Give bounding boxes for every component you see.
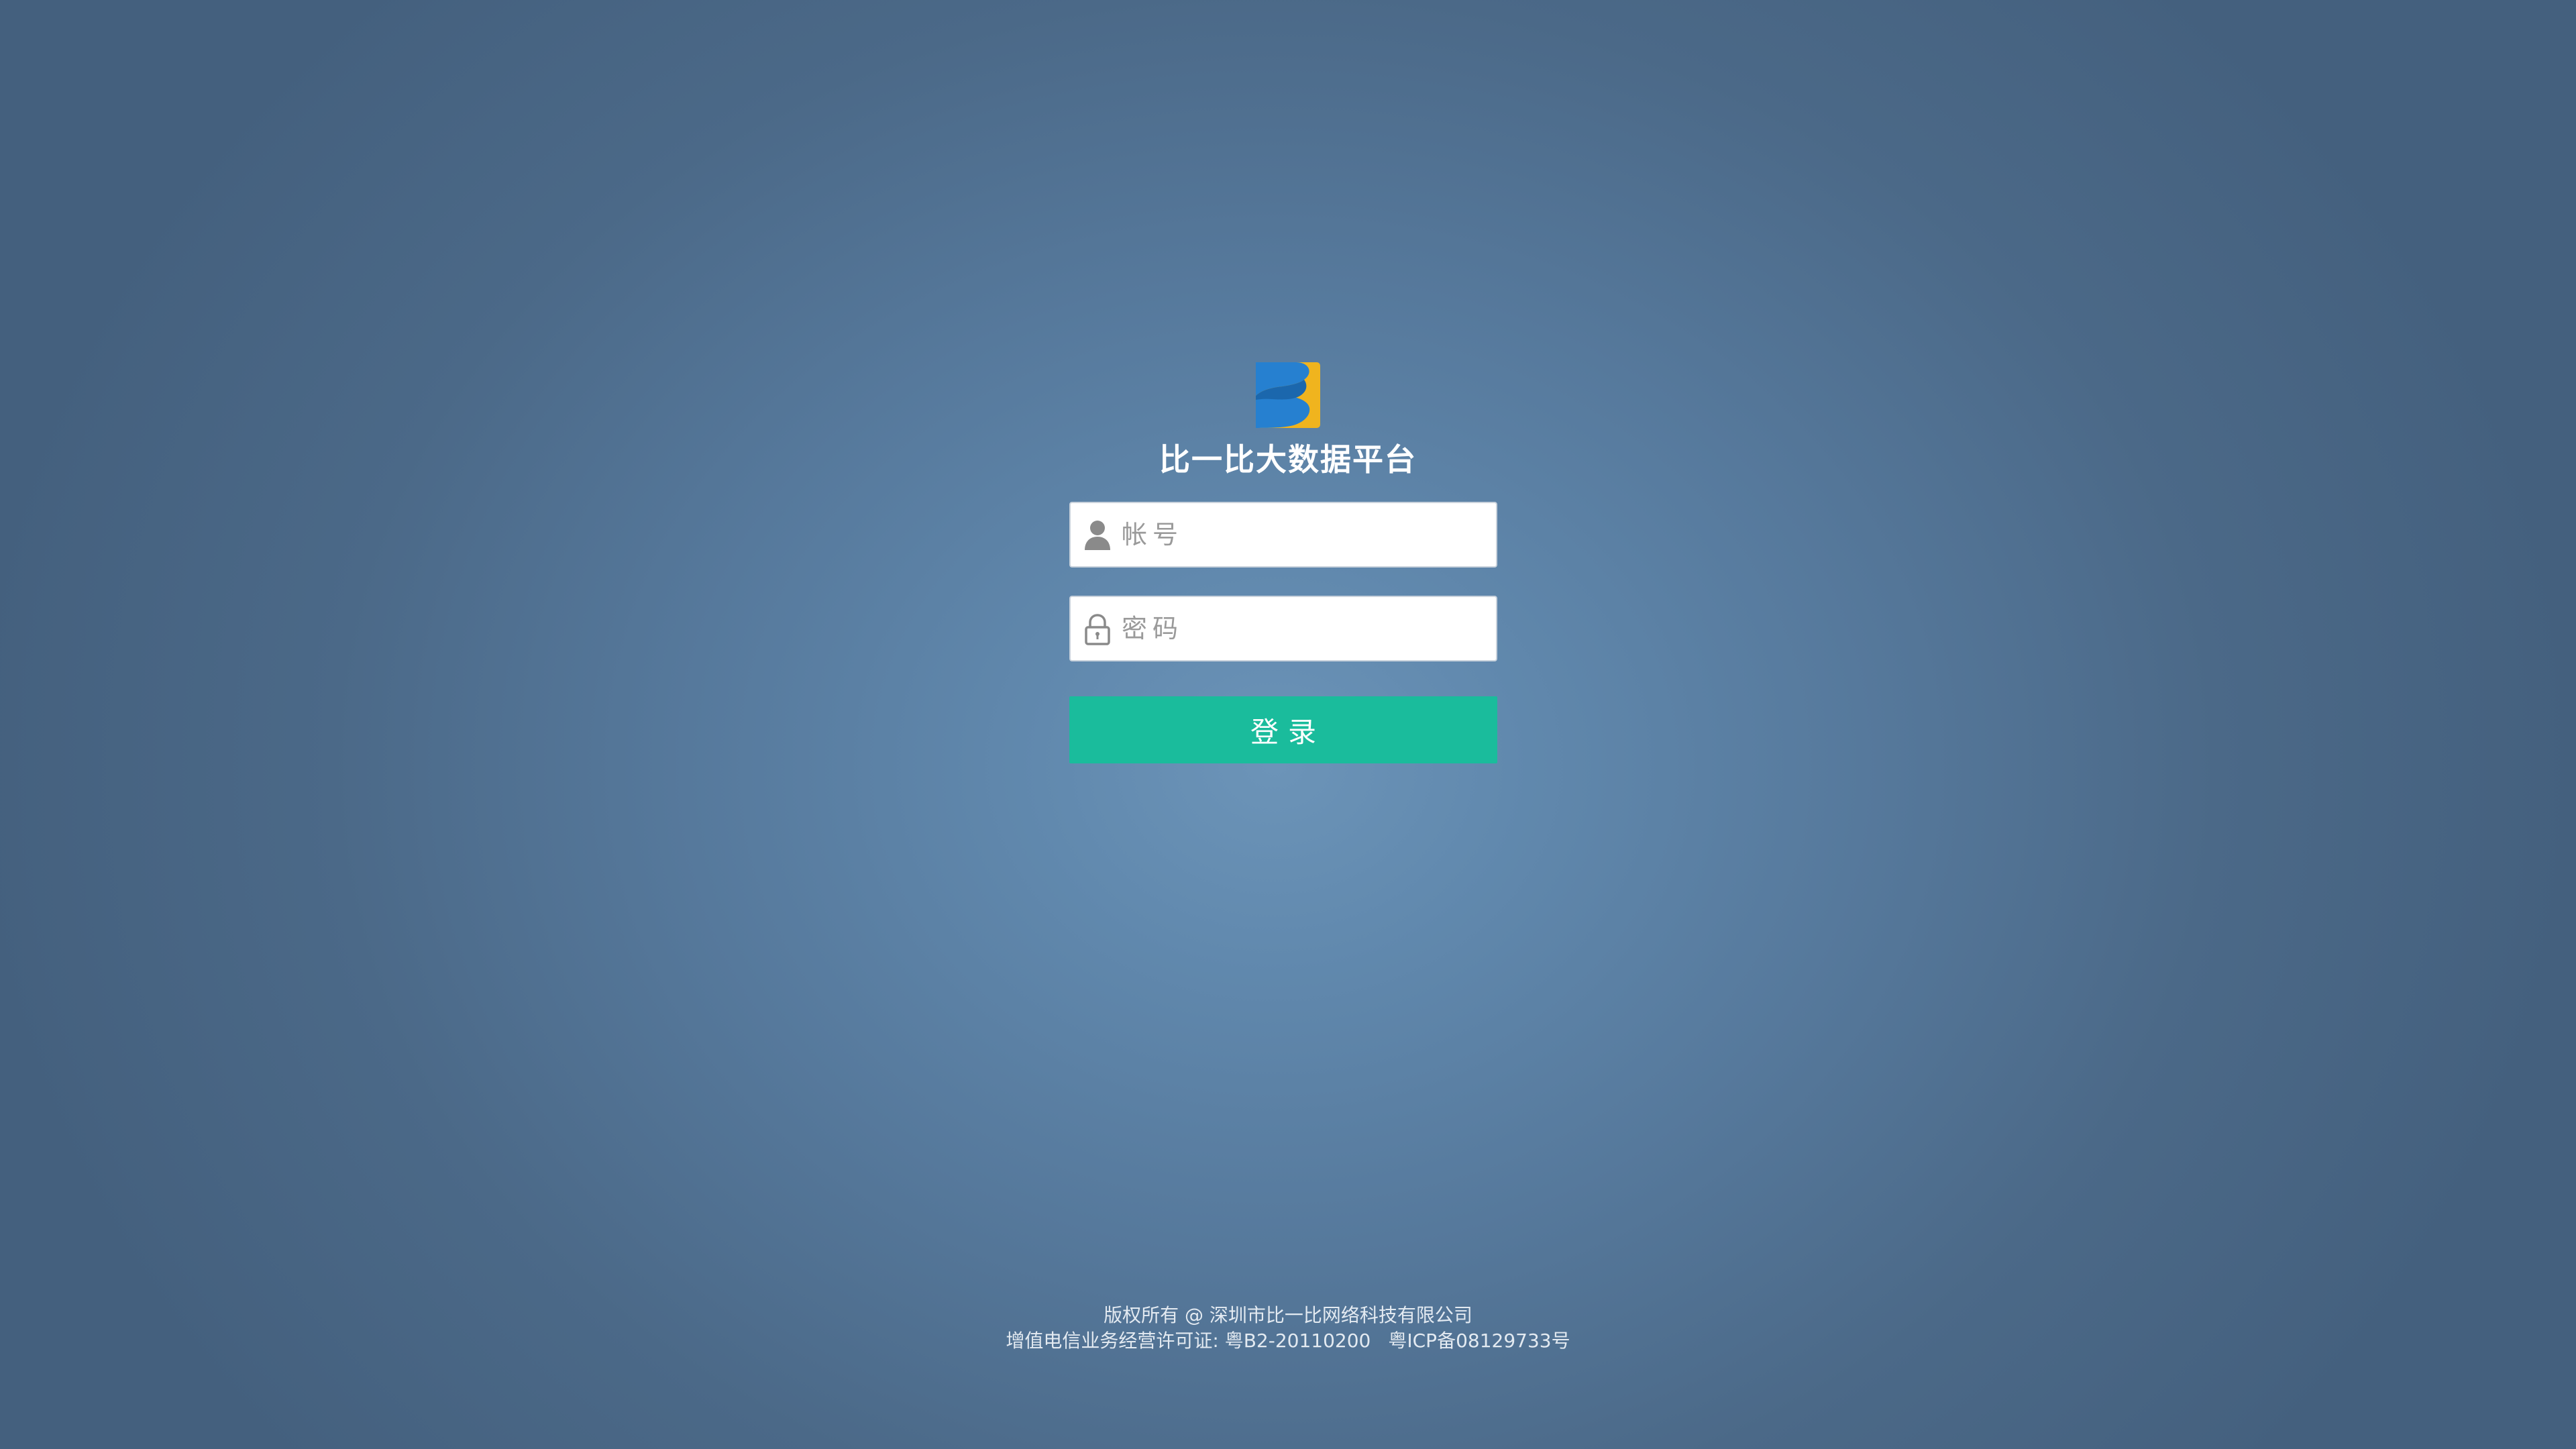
- user-icon: [1085, 521, 1110, 550]
- password-field[interactable]: [1069, 596, 1497, 661]
- footer: 版权所有 @ 深圳市比一比网络科技有限公司 增值电信业务经营许可证: 粤B2-2…: [751, 1303, 1825, 1354]
- license-line: 增值电信业务经营许可证: 粤B2-20110200 粤ICP备08129733号: [751, 1328, 1825, 1354]
- lock-icon: [1085, 614, 1110, 645]
- icp-link[interactable]: 粤ICP备08129733号: [1388, 1330, 1570, 1352]
- bibi-logo-icon: [1256, 362, 1320, 428]
- account-input[interactable]: [1122, 503, 1484, 566]
- account-field[interactable]: [1069, 502, 1497, 568]
- copyright-text: 版权所有 @ 深圳市比一比网络科技有限公司: [1104, 1304, 1472, 1326]
- app-title: 比一比大数据平台: [1159, 441, 1417, 478]
- license-text: 增值电信业务经营许可证: 粤B2-20110200: [1006, 1330, 1371, 1352]
- login-button[interactable]: 登录: [1069, 696, 1497, 763]
- password-input[interactable]: [1122, 597, 1484, 660]
